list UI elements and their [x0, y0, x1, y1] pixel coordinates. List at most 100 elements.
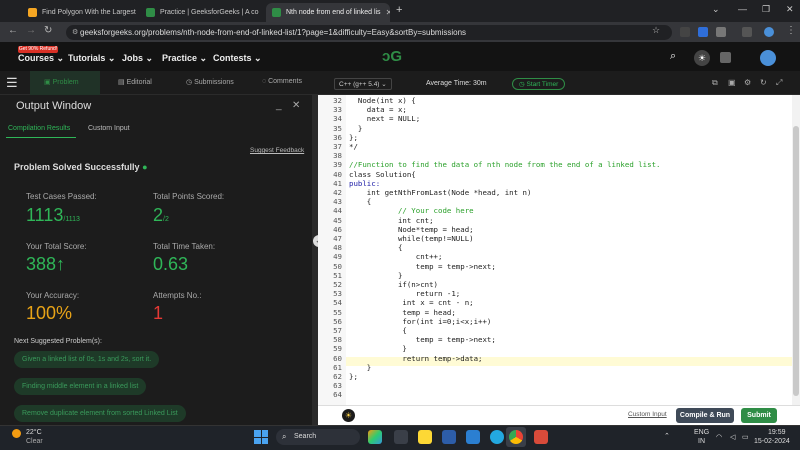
browser-tab[interactable]: Practice | GeeksforGeeks | A co ✕	[140, 3, 264, 22]
tab-submissions[interactable]: ◷ Submissions	[186, 78, 234, 86]
code-line[interactable]: data = x;	[349, 105, 407, 114]
code-line[interactable]: Node*temp = head;	[349, 225, 474, 234]
code-line[interactable]: for(int i=0;i<x;i++)	[349, 317, 491, 326]
code-line[interactable]: while(temp!=NULL)	[349, 234, 474, 243]
back-icon[interactable]: ←	[8, 25, 18, 36]
code-line[interactable]: {	[349, 197, 371, 206]
app-icon[interactable]	[534, 430, 548, 444]
editor-tool-icon[interactable]: ⧉	[712, 78, 718, 88]
file-explorer-icon[interactable]	[418, 430, 432, 444]
code-line[interactable]: if(n>cnt)	[349, 280, 438, 289]
start-timer-button[interactable]: ◷ Start Timer	[512, 78, 566, 90]
bookmark-star-icon[interactable]: ☆	[652, 25, 660, 36]
custom-input-link[interactable]: Custom Input	[628, 411, 667, 418]
forward-icon[interactable]: →	[26, 25, 36, 36]
nav-practice[interactable]: Practice ⌄	[162, 53, 207, 64]
profile-icon[interactable]	[764, 27, 774, 37]
chrome-icon[interactable]	[509, 430, 523, 444]
clock-time[interactable]: 19:59	[768, 429, 786, 436]
code-line[interactable]: int x = cnt - n;	[349, 298, 473, 307]
nav-jobs[interactable]: Jobs ⌄	[122, 53, 153, 64]
volume-icon[interactable]: ◁	[730, 433, 735, 441]
gfg-logo[interactable]: ↄG	[382, 48, 402, 65]
subtab-custom-input[interactable]: Custom Input	[88, 125, 130, 132]
code-line[interactable]: };	[349, 372, 358, 381]
suggest-feedback-link[interactable]: Suggest Feedback	[250, 147, 304, 154]
side-panel-icon[interactable]	[742, 27, 752, 37]
extension-icon[interactable]	[698, 27, 708, 37]
weather-icon[interactable]	[12, 429, 21, 438]
browser-tab[interactable]: Find Polygon With the Largest ✕	[22, 3, 138, 22]
minimize-panel-icon[interactable]: _	[276, 100, 282, 111]
taskbar-search-box[interactable]: Search	[276, 429, 360, 445]
code-line[interactable]: return temp->data;	[349, 354, 482, 363]
code-line[interactable]: class Solution{	[349, 170, 416, 179]
code-line[interactable]: */	[349, 142, 358, 151]
reload-icon[interactable]: ↻	[44, 25, 52, 36]
battery-icon[interactable]: ▭	[742, 433, 749, 441]
tab-editorial[interactable]: ▤ Editorial	[118, 78, 152, 86]
code-line[interactable]: cnt++;	[349, 252, 443, 261]
compile-run-button[interactable]: Compile & Run	[676, 408, 734, 423]
code-line[interactable]: };	[349, 133, 358, 142]
settings-gear-icon[interactable]: ⚙	[744, 78, 751, 87]
nav-tutorials[interactable]: Tutorials ⌄	[68, 53, 115, 64]
url-bar[interactable]: geeksforgeeks.org/problems/nth-node-from…	[66, 25, 672, 40]
browser-menu-icon[interactable]: ⋮	[786, 25, 796, 36]
code-line[interactable]: return -1;	[349, 289, 461, 298]
subtab-compilation-results[interactable]: Compilation Results	[8, 125, 70, 132]
code-line[interactable]: int getNthFromLast(Node *head, int n)	[349, 188, 532, 197]
minimize-button[interactable]: —	[738, 4, 747, 14]
language-indicator[interactable]: ENG	[694, 429, 709, 436]
reset-code-icon[interactable]: ↻	[760, 78, 767, 87]
suggested-problem-chip[interactable]: Remove duplicate element from sorted Lin…	[14, 405, 186, 422]
nav-contests[interactable]: Contests ⌄	[213, 53, 262, 64]
new-tab-button[interactable]: +	[396, 4, 402, 16]
extension-icon[interactable]	[680, 27, 690, 37]
code-line[interactable]: }	[349, 271, 402, 280]
code-line[interactable]: }	[349, 344, 406, 353]
browser-tab-active[interactable]: Nth node from end of linked lis ✕	[266, 3, 390, 22]
copilot-icon[interactable]	[368, 430, 382, 444]
code-line[interactable]: Node(int x) {	[349, 96, 416, 105]
editor-scrollbar-thumb[interactable]	[793, 126, 799, 396]
nav-courses[interactable]: Courses ⌄	[18, 53, 64, 64]
code-line[interactable]: {	[349, 243, 402, 252]
code-line[interactable]: temp = temp->next;	[349, 262, 496, 271]
code-line[interactable]: next = NULL;	[349, 114, 420, 123]
maximize-button[interactable]: ❐	[762, 4, 770, 15]
code-line[interactable]: // Your code here	[349, 206, 474, 215]
close-window-button[interactable]: ✕	[786, 4, 794, 15]
code-line[interactable]: //Function to find the data of nth node …	[349, 160, 660, 169]
suggested-problem-chip[interactable]: Given a linked list of 0s, 1s and 2s, so…	[14, 351, 160, 368]
store-icon[interactable]	[442, 430, 456, 444]
code-line[interactable]: }	[349, 124, 362, 133]
tray-expand-icon[interactable]: ⌃	[664, 432, 670, 440]
site-info-icon[interactable]: ⚙	[72, 28, 78, 36]
editor-tool-icon[interactable]: ▣	[728, 78, 736, 87]
notes-icon[interactable]	[720, 52, 731, 63]
avatar[interactable]	[760, 50, 776, 66]
code-line[interactable]: temp = head;	[349, 308, 455, 317]
submit-button[interactable]: Submit	[741, 408, 777, 423]
close-tab-icon[interactable]: ✕	[386, 8, 390, 17]
tab-search-icon[interactable]: ⌄	[712, 4, 720, 15]
suggested-problem-chip[interactable]: Finding middle element in a linked list	[14, 378, 147, 395]
search-icon[interactable]: ⌕	[670, 50, 676, 63]
hamburger-menu-icon[interactable]: ☰	[6, 75, 18, 91]
task-view-icon[interactable]	[394, 430, 408, 444]
theme-sun-icon[interactable]: ☀	[342, 409, 355, 422]
tab-comments[interactable]: ◌ Comments	[262, 78, 302, 85]
code-line[interactable]: {	[349, 326, 406, 335]
tab-problem[interactable]: ▣ Problem	[44, 78, 79, 86]
close-panel-icon[interactable]: ✕	[292, 100, 300, 111]
code-line[interactable]: }	[349, 363, 371, 372]
code-line[interactable]: public:	[349, 179, 380, 188]
theme-toggle-icon[interactable]: ☀	[694, 50, 710, 66]
fullscreen-icon[interactable]: ⤢	[776, 78, 782, 88]
code-line[interactable]: int cnt;	[349, 216, 434, 225]
vscode-icon[interactable]	[466, 430, 480, 444]
language-select[interactable]: C++ (g++ 5.4) ⌄	[334, 78, 392, 90]
extension-puzzle-icon[interactable]	[716, 27, 726, 37]
code-line[interactable]: temp = temp->next;	[349, 335, 496, 344]
